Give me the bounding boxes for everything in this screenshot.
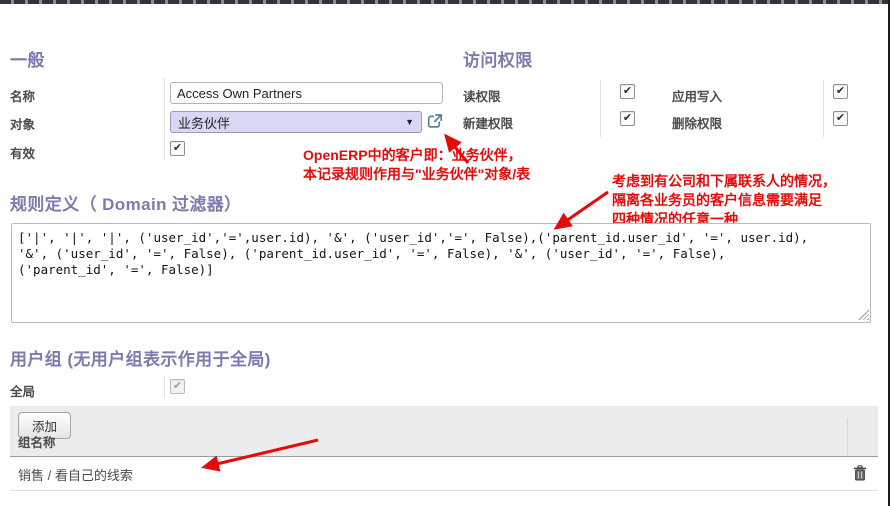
object-select[interactable]: 业务伙伴 ▼ (170, 111, 422, 133)
check-icon: ✔ (836, 112, 845, 124)
object-select-value: 业务伙伴 (178, 113, 230, 132)
write-right-checkbox[interactable]: ✔ (833, 84, 848, 99)
global-checkbox: ✔ (170, 379, 185, 394)
section-title-access-rights: 访问权限 (463, 46, 533, 71)
section-title-rule-definition: 规则定义（ Domain 过滤器） (10, 190, 242, 215)
name-input[interactable] (170, 82, 443, 104)
check-icon: ✔ (623, 112, 632, 124)
domain-filter-textarea[interactable]: ['|', '|', '|', ('user_id','=',user.id),… (11, 223, 871, 323)
name-field-label: 名称 (10, 86, 35, 105)
annotation-object-note: OpenERP中的客户即：业务伙伴， 本记录规则作用与"业务伙伴"对象/表 (303, 146, 530, 184)
groups-table-header: 添加 组名称 (10, 406, 878, 457)
chevron-down-icon: ▼ (405, 117, 414, 127)
delete-right-checkbox[interactable]: ✔ (833, 111, 848, 126)
global-field-label: 全局 (10, 381, 35, 400)
section-title-general: 一般 (10, 46, 45, 71)
check-icon: ✔ (173, 142, 182, 154)
record-rule-form: { "general": { "title": "一般", "name_labe… (0, 0, 890, 506)
active-checkbox[interactable]: ✔ (170, 141, 185, 156)
label-column-divider (164, 78, 165, 160)
external-link-icon[interactable] (426, 112, 444, 130)
create-right-label: 新建权限 (463, 113, 513, 132)
window-top-edge (0, 0, 890, 4)
write-right-label: 应用写入 (672, 86, 722, 105)
delete-right-label: 删除权限 (672, 113, 722, 132)
annotation-domain-note: 考虑到有公司和下属联系人的情况， 隔离各业务员的客户信息需要满足 四种情况的任意… (612, 172, 836, 229)
check-icon: ✔ (623, 85, 632, 97)
object-field-label: 对象 (10, 114, 35, 133)
active-field-label: 有效 (10, 143, 35, 162)
access-divider-2 (823, 80, 824, 137)
groups-table: 添加 组名称 销售 / 看自己的线索 (10, 406, 878, 491)
global-label-divider (164, 376, 165, 398)
group-name-cell: 销售 / 看自己的线索 (18, 465, 133, 484)
section-title-groups: 用户组 (无用户组表示作用于全局) (10, 345, 271, 370)
create-right-checkbox[interactable]: ✔ (620, 111, 635, 126)
check-icon: ✔ (836, 85, 845, 97)
table-row[interactable]: 销售 / 看自己的线索 (10, 457, 878, 491)
read-right-checkbox[interactable]: ✔ (620, 84, 635, 99)
access-divider-1 (600, 80, 601, 137)
group-name-column-header: 组名称 (18, 432, 56, 451)
delete-column-divider (847, 418, 848, 456)
check-icon: ✔ (173, 380, 182, 392)
trash-icon[interactable] (853, 465, 867, 481)
read-right-label: 读权限 (463, 86, 501, 105)
